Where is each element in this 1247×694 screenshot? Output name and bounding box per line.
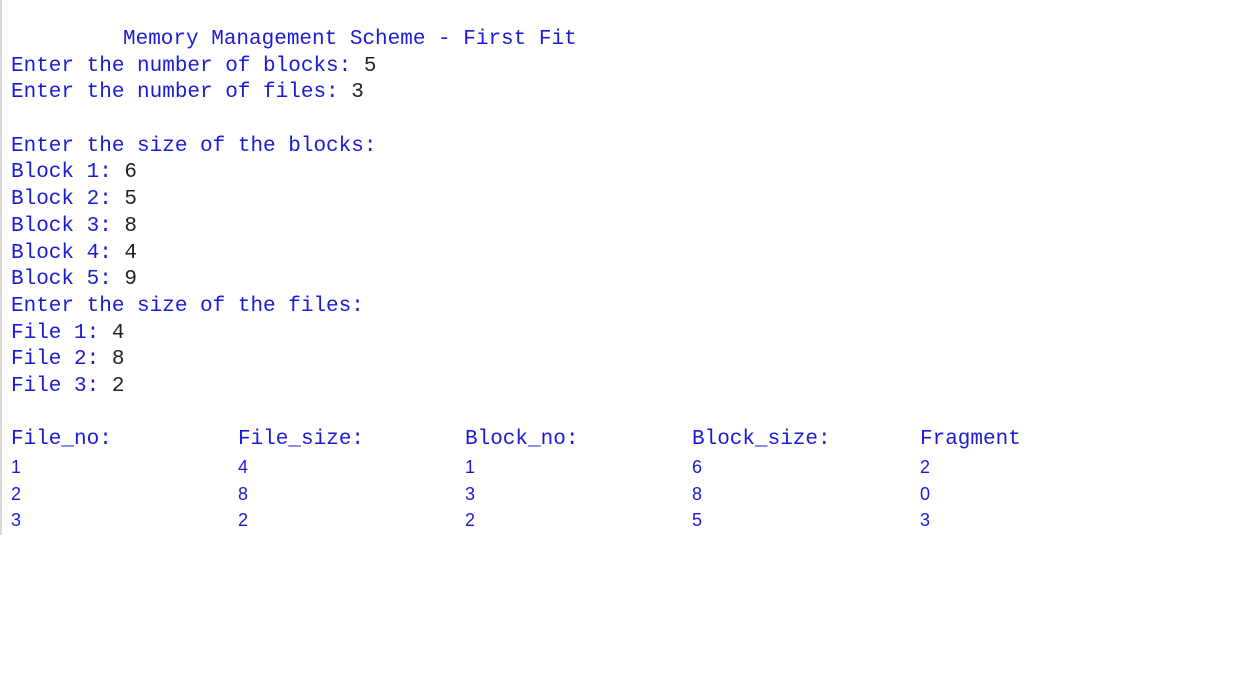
table-cell-block-size: 6 bbox=[692, 457, 703, 477]
table-cell-block-no: 2 bbox=[465, 510, 476, 531]
block-line: Block 2: 5 bbox=[11, 187, 1247, 214]
block-value: 5 bbox=[124, 188, 138, 212]
table-cell-file-size: 4 bbox=[238, 457, 249, 477]
block-line: Block 4: 4 bbox=[11, 241, 1247, 268]
block-size-header: Enter the size of the blocks: bbox=[11, 134, 377, 158]
block-value: 4 bbox=[124, 241, 138, 265]
table-cell-block-size: 8 bbox=[692, 483, 703, 504]
table-cell-file-no: 3 bbox=[11, 510, 22, 531]
table-cell-block-size: 5 bbox=[692, 510, 703, 531]
table-cell-fragment: 0 bbox=[920, 483, 931, 504]
file-line: File 3: 2 bbox=[11, 374, 1247, 401]
file-size-header: Enter the size of the files: bbox=[11, 294, 364, 318]
block-line: Block 1: 6 bbox=[11, 160, 1247, 187]
file-line: File 2: 8 bbox=[11, 347, 1247, 374]
files-count-prompt: Enter the number of files: bbox=[11, 81, 352, 105]
block-prompt: Block 5: bbox=[11, 268, 125, 292]
blocks-count-value: 5 bbox=[363, 54, 377, 78]
column-header-block-no: Block_no: bbox=[465, 428, 579, 452]
block-prompt: Block 4: bbox=[11, 241, 125, 265]
table-cell-file-size: 2 bbox=[238, 510, 249, 531]
file-value: 4 bbox=[111, 321, 125, 345]
file-value: 8 bbox=[111, 348, 125, 372]
file-prompt: File 2: bbox=[11, 348, 112, 372]
file-prompt: File 1: bbox=[11, 321, 112, 345]
console-output: Memory Management Scheme - First Fit Ent… bbox=[0, 0, 1247, 535]
column-header-block-size: Block_size: bbox=[692, 428, 831, 452]
table-cell-file-no: 2 bbox=[11, 483, 22, 504]
column-header-file-no: File_no: bbox=[11, 428, 112, 452]
table-cell-block-no: 3 bbox=[465, 483, 476, 504]
column-header-file-size: File_size: bbox=[238, 428, 365, 452]
block-prompt: Block 3: bbox=[11, 214, 125, 238]
file-value: 2 bbox=[111, 374, 125, 398]
blocks-count-prompt: Enter the number of blocks: bbox=[11, 54, 364, 78]
table-cell-fragment: 3 bbox=[920, 510, 931, 531]
block-line: Block 3: 8 bbox=[11, 214, 1247, 241]
table-cell-fragment: 2 bbox=[920, 457, 931, 477]
result-table-header: File_no: File_size: Block_no: Block_size… bbox=[11, 427, 1247, 454]
block-line: Block 5: 9 bbox=[11, 267, 1247, 294]
block-prompt: Block 1: bbox=[11, 161, 125, 185]
block-value: 8 bbox=[124, 214, 138, 238]
files-count-value: 3 bbox=[351, 81, 364, 105]
column-header-fragment: Fragment bbox=[920, 428, 1021, 452]
program-title: Memory Management Scheme - First Fit bbox=[123, 28, 577, 51]
block-prompt: Block 2: bbox=[11, 188, 125, 212]
block-value: 9 bbox=[124, 268, 138, 292]
file-line: File 1: 4 bbox=[11, 321, 1247, 348]
table-row: 1 4 1 6 2 bbox=[11, 454, 1247, 481]
file-prompt: File 3: bbox=[11, 374, 112, 398]
table-cell-file-no: 1 bbox=[11, 457, 22, 477]
table-cell-file-size: 8 bbox=[238, 483, 249, 504]
table-row: 2 8 3 8 0 bbox=[11, 481, 1247, 508]
table-row: 3 2 2 5 3 bbox=[11, 507, 1247, 534]
table-cell-block-no: 1 bbox=[465, 457, 476, 477]
files-count-line: Enter the number of files: 3 bbox=[11, 80, 1247, 107]
blocks-count-line: Enter the number of blocks: 5 bbox=[11, 54, 1247, 81]
block-value: 6 bbox=[124, 161, 138, 185]
